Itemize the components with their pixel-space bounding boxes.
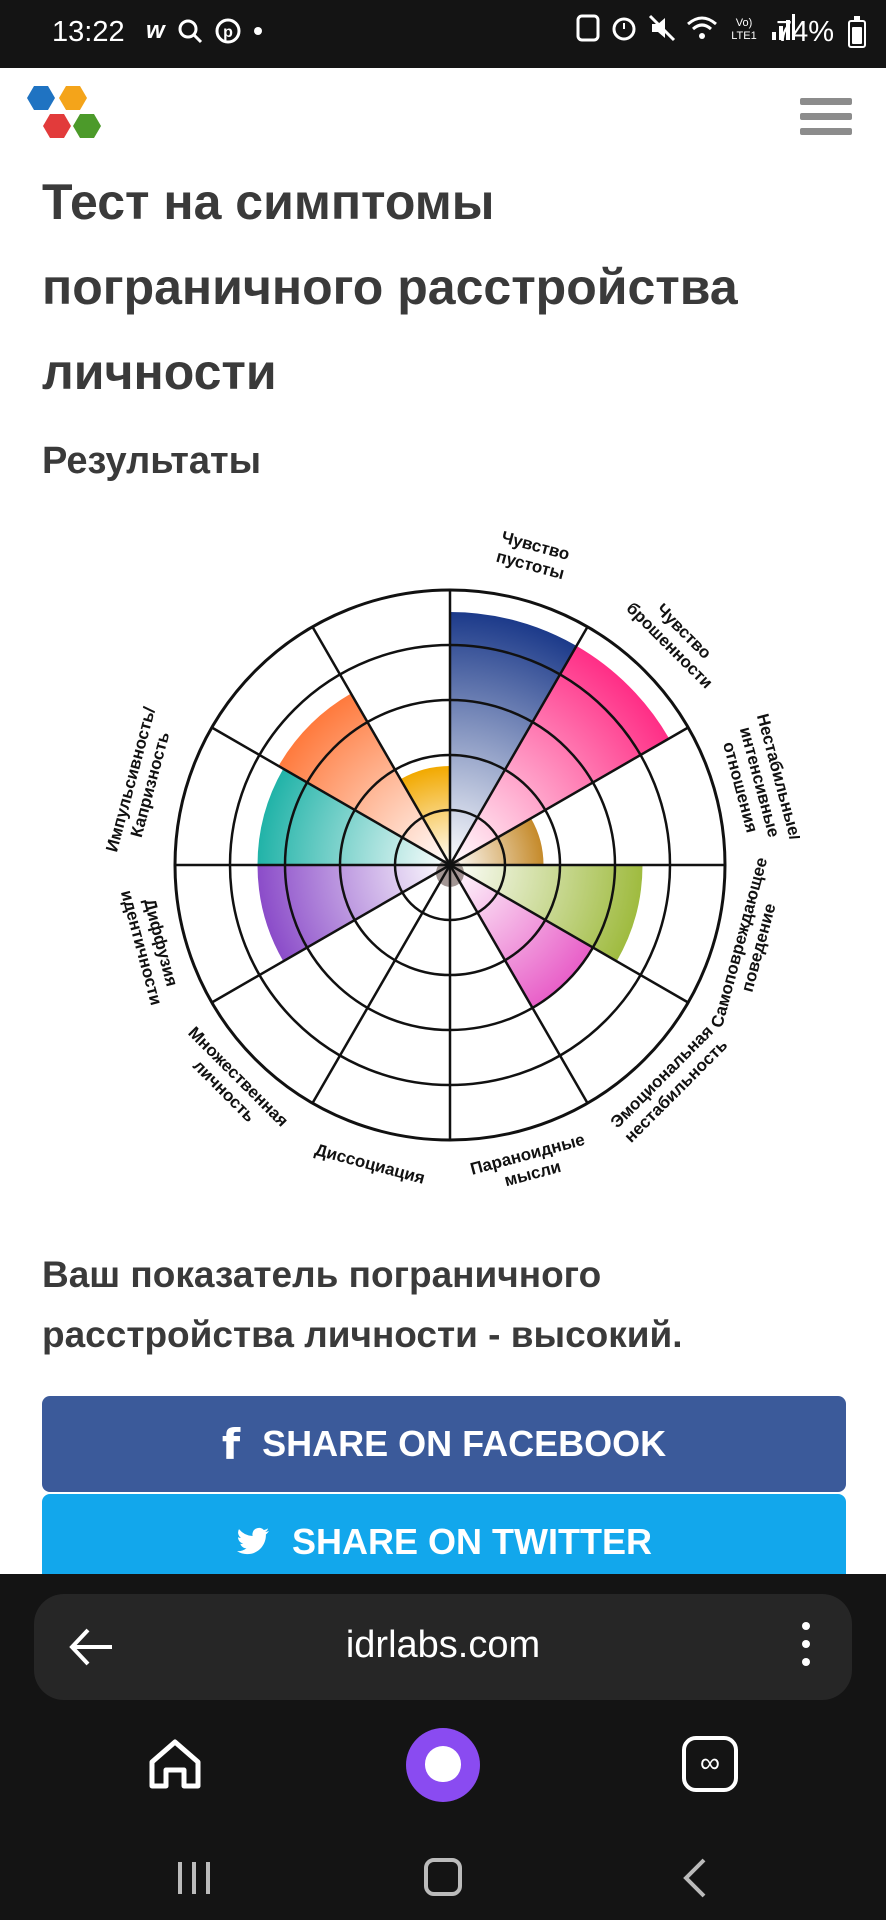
wheel-label-8: Диффузияидентичности (117, 883, 185, 1007)
status-time: 13:22 (52, 16, 125, 48)
hamburger-menu-icon[interactable] (800, 98, 852, 142)
search-icon (178, 19, 202, 44)
svg-text:LTE1: LTE1 (731, 30, 756, 42)
dot-icon (253, 27, 262, 35)
share-facebook-label: SHARE ON FACEBOOK (262, 1423, 667, 1464)
status-bar: 13:22 w p Vo) LTE1 74% (0, 0, 886, 68)
volte-icon: Vo)LTE1 (731, 17, 756, 42)
results-wheel-chart: Чувствопустоты Чувствоброшенности Нестабил… (100, 515, 805, 1215)
status-left-icons: w p (146, 14, 263, 48)
wheel-label-2: Нестабильные/интенсивныеотношения (714, 712, 800, 853)
wheel-label-1: Чувствоброшенности (623, 584, 731, 692)
wheel-label-3: Самоповреждающееповедение (707, 855, 790, 1035)
wheel-label-4: Эмоциональнаянестабильность (606, 1021, 731, 1146)
hexagon-logo-icon[interactable] (18, 82, 122, 158)
facebook-f-icon: f (221, 1419, 241, 1469)
wheel-label-0: Чувствопустоты (494, 528, 572, 584)
system-home-icon[interactable] (424, 1858, 462, 1896)
battery-icon (848, 16, 866, 48)
wheel-label-6: Диссоциация (313, 1140, 427, 1188)
w-app-icon: w (146, 17, 165, 44)
results-heading: Результаты (42, 440, 262, 482)
wheel-label-7: Множественнаяличность (170, 1023, 292, 1145)
mute-icon (648, 14, 676, 42)
browser-toolbar: idrlabs.com ∞ (0, 1574, 886, 1920)
site-header (0, 68, 886, 168)
status-right-icons: Vo) LTE1 (576, 14, 796, 42)
pinterest-icon: p (215, 18, 241, 44)
share-twitter-label: SHARE ON TWITTER (292, 1521, 652, 1562)
recent-apps-icon[interactable] (178, 1862, 214, 1894)
battery-percent: 74% (775, 16, 834, 48)
wheel-svg: Чувствопустоты Чувствоброшенности Нестабил… (102, 528, 805, 1198)
svg-text:Vo): Vo) (736, 17, 753, 29)
twitter-bird-icon (237, 1527, 269, 1555)
svg-text:p: p (223, 24, 233, 41)
tabs-icon[interactable]: ∞ (682, 1736, 738, 1792)
page-title: Тест на симптомы пограничного расстройст… (42, 174, 738, 400)
system-back-icon[interactable] (676, 1856, 716, 1900)
alarm-icon (612, 17, 636, 41)
score-text: Ваш показатель пограничного расстройства… (42, 1254, 683, 1355)
share-facebook-button[interactable]: f SHARE ON FACEBOOK (42, 1396, 846, 1492)
system-navigation (0, 1850, 886, 1920)
wifi-icon (687, 16, 717, 39)
wheel-label-5: Параноидныемысли (468, 1130, 592, 1198)
home-icon[interactable] (146, 1736, 204, 1794)
kebab-menu-icon[interactable] (796, 1622, 816, 1674)
alice-assistant-icon[interactable] (406, 1728, 480, 1802)
wheel-label-9: Импульсивность/Капризность (102, 705, 178, 860)
screenshot-icon (576, 14, 600, 42)
address-bar[interactable]: idrlabs.com (34, 1594, 852, 1700)
url-text[interactable]: idrlabs.com (34, 1624, 852, 1667)
